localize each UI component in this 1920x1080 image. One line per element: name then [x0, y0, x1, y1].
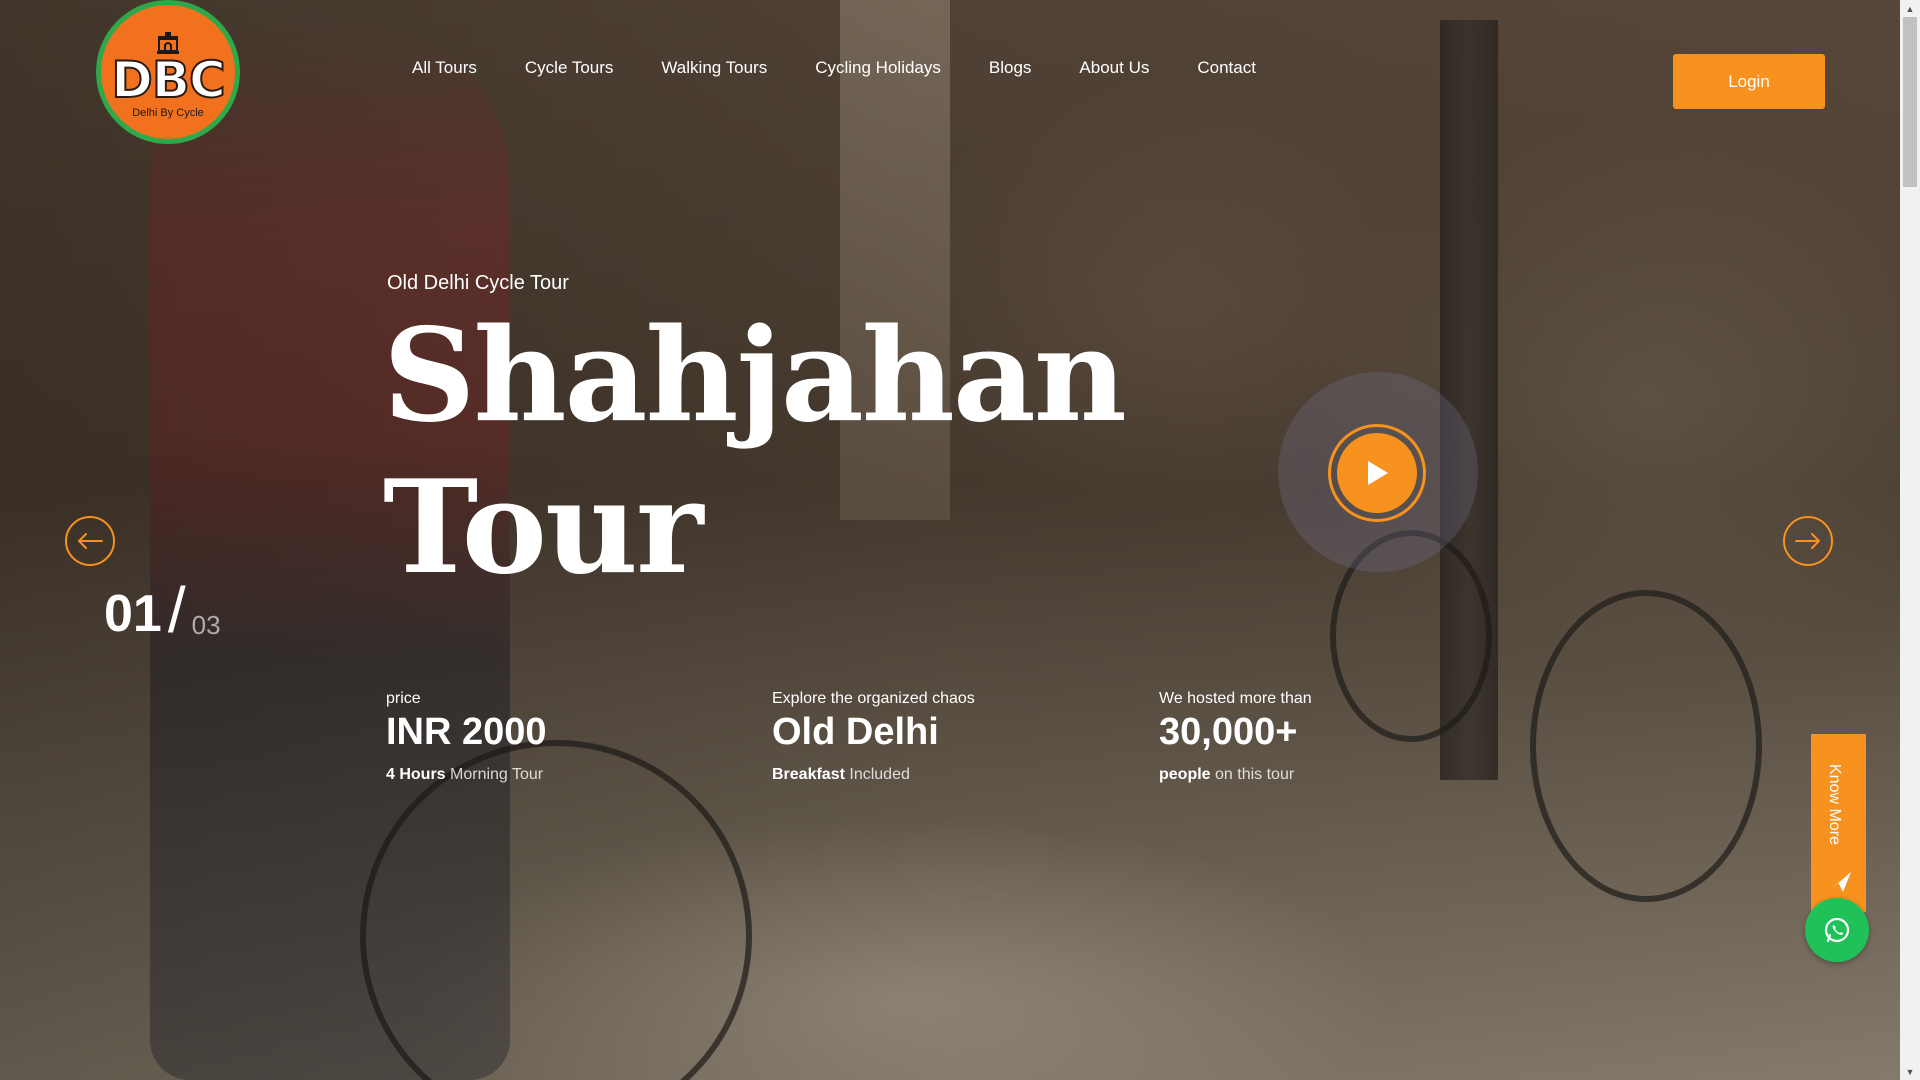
nav-item-cycling-holidays[interactable]: Cycling Holidays [815, 58, 941, 78]
stat-value: INR 2000 [386, 711, 547, 753]
main-navigation: All Tours Cycle Tours Walking Tours Cycl… [412, 58, 1304, 78]
slider-next-button[interactable] [1783, 516, 1833, 566]
stat-note-bold: 4 Hours [386, 766, 446, 783]
know-more-tab[interactable]: Know More [1811, 734, 1866, 912]
slider-prev-button[interactable] [65, 516, 115, 566]
logo-subtitle: Delhi By Cycle [132, 107, 204, 119]
whatsapp-button[interactable] [1805, 898, 1869, 962]
stat-note-bold: people [1159, 766, 1211, 783]
play-button-core [1337, 433, 1417, 513]
know-more-label: Know More [1826, 764, 1843, 845]
stat-note-text: Morning Tour [445, 766, 544, 783]
nav-item-contact[interactable]: Contact [1197, 58, 1256, 78]
hero-title-line-1: Shahjahan [383, 301, 1127, 451]
stat-note-bold: Breakfast [772, 766, 845, 783]
arrow-right-icon [1795, 533, 1820, 549]
stat-value: Old Delhi [772, 711, 939, 753]
login-button[interactable]: Login [1673, 54, 1825, 109]
stat-note: people on this tour [1159, 764, 1312, 786]
tour-stat-location: Explore the organized chaos Old Delhi Br… [772, 688, 975, 786]
slide-counter-separator: / [167, 574, 186, 646]
tour-stat-price: price INR 2000 4 Hours Morning Tour [386, 688, 547, 786]
hero-title: Shahjahan Tour [383, 300, 1127, 604]
stat-note: 4 Hours Morning Tour [386, 764, 547, 786]
slide-total-number: 03 [191, 610, 221, 640]
stat-label: We hosted more than [1159, 690, 1312, 707]
stat-note: Breakfast Included [772, 764, 975, 786]
paper-plane-icon [1827, 872, 1851, 893]
stat-label: price [386, 690, 421, 707]
play-icon [1368, 461, 1388, 485]
scroll-down-icon[interactable]: ▼ [1900, 1063, 1920, 1080]
logo-text: DBC [110, 51, 226, 109]
page-scrollbar[interactable]: ▲ ▼ [1900, 0, 1920, 1080]
nav-item-blogs[interactable]: Blogs [989, 58, 1032, 78]
nav-item-cycle-tours[interactable]: Cycle Tours [525, 58, 614, 78]
hero-subtitle: Old Delhi Cycle Tour [387, 272, 569, 294]
arrow-left-icon [78, 533, 103, 549]
stat-note-text: on this tour [1210, 766, 1295, 783]
nav-item-all-tours[interactable]: All Tours [412, 58, 477, 78]
site-logo[interactable]: DBC Delhi By Cycle [96, 0, 240, 144]
stat-value: 30,000+ [1159, 711, 1298, 753]
whatsapp-icon [1824, 917, 1850, 943]
scrollbar-thumb[interactable] [1903, 17, 1917, 187]
slide-current-number: 01 [104, 585, 162, 643]
tour-stat-guests: We hosted more than 30,000+ people on th… [1159, 688, 1312, 786]
scroll-up-icon[interactable]: ▲ [1900, 0, 1920, 17]
stat-label: Explore the organized chaos [772, 690, 975, 707]
hero-title-line-2: Tour [383, 453, 703, 603]
nav-item-about-us[interactable]: About Us [1079, 58, 1149, 78]
page: DBC Delhi By Cycle All Tours Cycle Tours… [0, 0, 1920, 1080]
stat-note-text: Included [844, 766, 910, 783]
nav-item-walking-tours[interactable]: Walking Tours [661, 58, 767, 78]
slide-counter: 01 / 03 [104, 578, 221, 642]
play-video-button[interactable] [1328, 424, 1426, 522]
